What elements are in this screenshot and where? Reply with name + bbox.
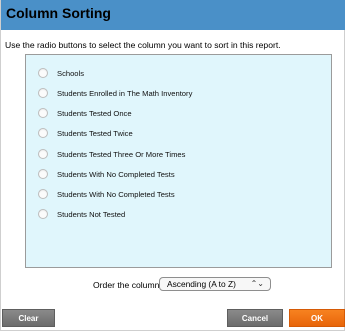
option-students-no-completed-tests-2[interactable]: Students With No Completed Tests — [38, 187, 175, 201]
option-label: Students Tested Twice — [57, 128, 133, 138]
dialog-title-bar: Column Sorting — [1, 0, 345, 30]
option-schools[interactable]: Schools — [38, 66, 84, 80]
option-label: Students Tested Three Or More Times — [57, 149, 186, 159]
radio-button[interactable] — [38, 209, 48, 219]
cancel-button[interactable]: Cancel — [227, 309, 283, 327]
option-students-tested-once[interactable]: Students Tested Once — [38, 106, 132, 120]
option-students-tested-three-or-more[interactable]: Students Tested Three Or More Times — [38, 147, 185, 161]
option-students-tested-twice[interactable]: Students Tested Twice — [38, 126, 133, 140]
clear-button[interactable]: Clear — [2, 309, 55, 327]
option-label: Schools — [57, 68, 85, 78]
order-select[interactable]: Ascending (A to Z) ⌃⌄ — [159, 277, 271, 291]
order-label: Order the column — [93, 280, 160, 290]
order-row: Order the column Ascending (A to Z) ⌃⌄ — [1, 277, 345, 293]
column-options-list: Schools Students Enrolled in The Math In… — [25, 54, 332, 268]
option-students-no-completed-tests[interactable]: Students With No Completed Tests — [38, 167, 175, 181]
option-label: Students With No Completed Tests — [57, 189, 175, 199]
radio-button[interactable] — [38, 128, 48, 138]
chevron-up-down-icon: ⌃⌄ — [250, 279, 264, 288]
option-students-not-tested[interactable]: Students Not Tested — [38, 207, 125, 221]
column-sorting-dialog: Column Sorting Use the radio buttons to … — [0, 0, 345, 331]
option-students-enrolled[interactable]: Students Enrolled in The Math Inventory — [38, 86, 192, 100]
option-label: Students With No Completed Tests — [57, 169, 175, 179]
dialog-title: Column Sorting — [6, 5, 111, 21]
option-label: Students Tested Once — [57, 108, 132, 118]
radio-button[interactable] — [38, 149, 48, 159]
radio-button[interactable] — [38, 68, 48, 78]
option-label: Students Not Tested — [57, 209, 126, 219]
radio-button[interactable] — [38, 189, 48, 199]
radio-button[interactable] — [38, 108, 48, 118]
ok-button[interactable]: OK — [289, 309, 345, 327]
radio-button[interactable] — [38, 88, 48, 98]
option-label: Students Enrolled in The Math Inventory — [57, 88, 193, 98]
radio-button[interactable] — [38, 169, 48, 179]
instructions-text: Use the radio buttons to select the colu… — [5, 40, 281, 50]
order-select-value: Ascending (A to Z) — [167, 279, 236, 289]
